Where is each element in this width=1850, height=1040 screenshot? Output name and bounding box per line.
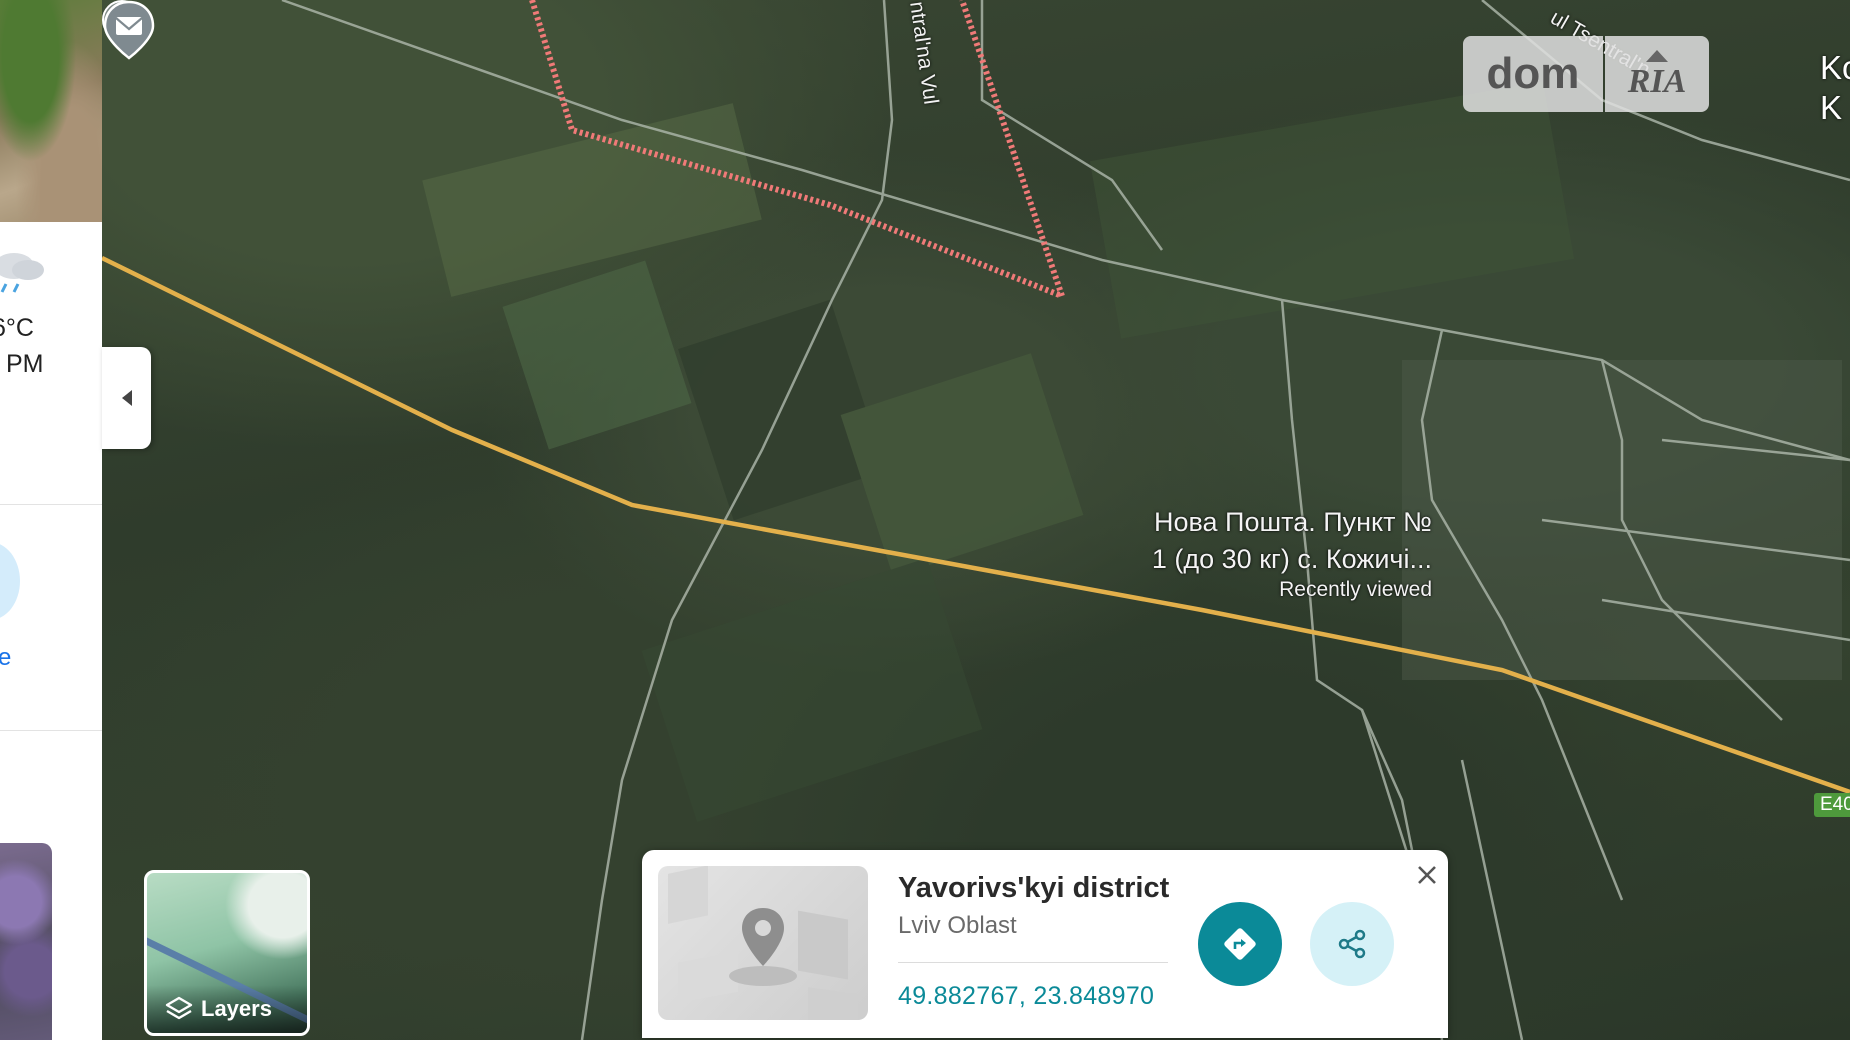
divider bbox=[0, 504, 102, 505]
place-photo[interactable] bbox=[0, 0, 102, 222]
town-label-line: K bbox=[1820, 89, 1843, 126]
directions-icon bbox=[1224, 928, 1256, 960]
city-illustration bbox=[668, 866, 858, 1020]
share-icon bbox=[1338, 929, 1366, 959]
divider bbox=[898, 962, 1168, 963]
side-panel: 6°C PM e bbox=[0, 0, 102, 1040]
weather-temperature: 6°C bbox=[0, 314, 34, 342]
field-patch bbox=[422, 103, 762, 297]
field-patch bbox=[641, 558, 983, 822]
side-link[interactable]: e bbox=[0, 644, 11, 672]
poi-name-line: 1 (до 30 кг) с. Кожичі... bbox=[1151, 544, 1432, 574]
place-card: Yavorivs'kyi district Lviv Oblast 49.882… bbox=[642, 850, 1448, 1038]
rain-cloud-icon bbox=[0, 253, 44, 293]
watermark-dom: dom bbox=[1463, 36, 1603, 112]
place-thumbnail[interactable] bbox=[658, 866, 868, 1020]
weather-time: PM bbox=[6, 350, 44, 378]
mail-icon[interactable] bbox=[102, 0, 156, 60]
collapse-panel-button[interactable] bbox=[102, 347, 151, 449]
coordinates-link[interactable]: 49.882767, 23.848970 bbox=[898, 982, 1154, 1011]
divider bbox=[0, 730, 102, 731]
layers-button[interactable]: Layers bbox=[144, 870, 310, 1036]
layers-label: Layers bbox=[201, 996, 272, 1021]
road-number-badge: E40 bbox=[1814, 793, 1850, 817]
ria-logo: RIA bbox=[1627, 50, 1687, 100]
watermark: dom RIA bbox=[1463, 36, 1709, 112]
town-label-line: Ko bbox=[1820, 49, 1850, 86]
directions-button[interactable] bbox=[1198, 902, 1282, 986]
close-button[interactable] bbox=[1412, 860, 1442, 890]
close-icon bbox=[1418, 866, 1436, 884]
poi-status: Recently viewed bbox=[1279, 578, 1432, 601]
place-title: Yavorivs'kyi district bbox=[898, 872, 1170, 904]
svg-text:RIA: RIA bbox=[1627, 63, 1687, 100]
chevron-left-icon bbox=[121, 390, 132, 406]
poi-name-line: Нова Пошта. Пункт № bbox=[1153, 507, 1432, 537]
watermark-ria: RIA bbox=[1605, 36, 1709, 112]
share-button[interactable] bbox=[1310, 902, 1394, 986]
action-icon-circle[interactable] bbox=[0, 542, 20, 620]
poi-name[interactable]: Нова Пошта. Пункт № 1 (до 30 кг) с. Кожи… bbox=[972, 504, 1432, 578]
layers-icon bbox=[165, 996, 193, 1020]
field-patch bbox=[1089, 81, 1575, 339]
field-patch bbox=[502, 260, 692, 450]
place-subtitle: Lviv Oblast bbox=[898, 912, 1017, 939]
town-label: Ko K bbox=[1820, 48, 1850, 128]
photo-thumbnail[interactable] bbox=[0, 843, 52, 1040]
layers-bar: Layers bbox=[147, 985, 307, 1033]
